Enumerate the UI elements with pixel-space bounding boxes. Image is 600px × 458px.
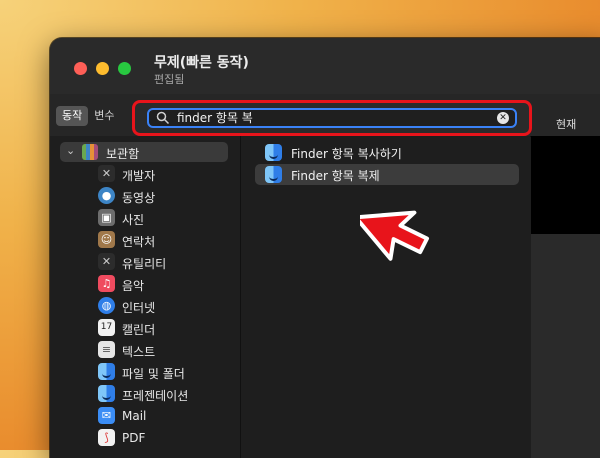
sidebar-item-label: Mail <box>122 409 147 423</box>
presentation-icon <box>98 385 115 402</box>
calendar-icon: 17 <box>98 319 115 336</box>
sidebar-item-label: 텍스트 <box>122 345 156 359</box>
search-input[interactable]: finder 항목 복 ✕ <box>147 108 517 128</box>
sidebar-item-label: 연락처 <box>122 235 156 249</box>
text-icon: ≡ <box>98 341 115 358</box>
action-label: Finder 항목 복제 <box>291 169 380 183</box>
sidebar-item-pdf[interactable]: ⟆ PDF <box>98 428 238 448</box>
sidebar-item-developer[interactable]: ✕ 개발자 <box>98 164 238 184</box>
finder-icon <box>265 144 282 161</box>
workflow-panel-lower <box>531 234 600 458</box>
sidebar-item-label: 프레젠테이션 <box>122 389 189 403</box>
sidebar-item-contacts[interactable]: ☺ 연락처 <box>98 230 238 250</box>
sidebar-item-calendar[interactable]: 17 캘린더 <box>98 318 238 338</box>
minimize-button[interactable] <box>96 62 109 75</box>
sidebar-item-presentation[interactable]: 프레젠테이션 <box>98 384 238 404</box>
globe-icon: ◍ <box>98 297 115 314</box>
library-segmented-control: 동작 변수 <box>56 106 121 126</box>
sidebar-item-label: 음악 <box>122 279 145 293</box>
sidebar-item-label: 보관함 <box>106 147 140 161</box>
finder-icon <box>265 166 282 183</box>
actions-list: Finder 항목 복사하기 Finder 항목 복제 <box>241 136 530 458</box>
library-sidebar: ⌄ 보관함 ✕ 개발자 ● 동영상 ▣ 사진 ☺ 연락처 ✕ 유틸리티 ♫ 음악 <box>50 136 241 458</box>
zoom-button[interactable] <box>118 62 131 75</box>
close-button[interactable] <box>74 62 87 75</box>
sidebar-item-label: 개발자 <box>122 169 156 183</box>
sidebar-item-label: 사진 <box>122 213 145 227</box>
sidebar-item-library[interactable]: ⌄ 보관함 <box>60 142 228 162</box>
contacts-icon: ☺ <box>98 231 115 248</box>
sidebar-item-label: 파일 및 폴더 <box>122 367 185 381</box>
tools-icon: ✕ <box>98 253 115 270</box>
sidebar-item-mail[interactable]: ✉ Mail <box>98 406 238 426</box>
sidebar-item-text[interactable]: ≡ 텍스트 <box>98 340 238 360</box>
sidebar-item-label: 동영상 <box>122 191 156 205</box>
chevron-down-icon[interactable]: ⌄ <box>66 144 75 157</box>
finder-icon <box>98 363 115 380</box>
sidebar-item-photos[interactable]: ▣ 사진 <box>98 208 238 228</box>
library-icon <box>82 144 98 160</box>
search-query: finder 항목 복 <box>177 111 253 125</box>
pdf-icon: ⟆ <box>98 429 115 446</box>
action-item-duplicate-finder-items[interactable]: Finder 항목 복제 <box>255 164 519 185</box>
sidebar-item-label: 인터넷 <box>122 301 156 315</box>
right-panel-label: 현재 <box>556 118 577 131</box>
automator-window: 무제(빠른 동작) 편집됨 동작 변수 finder 항목 복 ✕ 현재 ⌄ 보… <box>50 38 600 458</box>
title-bar: 무제(빠른 동작) 편집됨 <box>50 38 600 94</box>
window-subtitle: 편집됨 <box>154 73 185 86</box>
sidebar-item-internet[interactable]: ◍ 인터넷 <box>98 296 238 316</box>
action-item-copy-finder-items[interactable]: Finder 항목 복사하기 <box>255 142 519 163</box>
music-icon: ♫ <box>98 275 115 292</box>
sidebar-item-label: 캘린더 <box>122 323 156 337</box>
sidebar-item-label: 유틸리티 <box>122 257 167 271</box>
search-icon <box>156 111 170 125</box>
video-icon: ● <box>98 187 115 204</box>
tab-actions[interactable]: 동작 <box>56 106 89 126</box>
sidebar-item-label: PDF <box>122 431 146 445</box>
window-title: 무제(빠른 동작) <box>154 55 249 71</box>
sidebar-item-utilities[interactable]: ✕ 유틸리티 <box>98 252 238 272</box>
mail-icon: ✉ <box>98 407 115 424</box>
tools-icon: ✕ <box>98 165 115 182</box>
xmark-circle-icon[interactable]: ✕ <box>497 112 509 124</box>
sidebar-item-files-folders[interactable]: 파일 및 폴더 <box>98 362 238 382</box>
action-label: Finder 항목 복사하기 <box>291 147 402 161</box>
photo-icon: ▣ <box>98 209 115 226</box>
red-arrow-icon <box>360 210 430 261</box>
search-highlight-box: finder 항목 복 ✕ <box>132 100 532 136</box>
sidebar-item-video[interactable]: ● 동영상 <box>98 186 238 206</box>
sidebar-item-music[interactable]: ♫ 음악 <box>98 274 238 294</box>
tab-variables[interactable]: 변수 <box>88 106 120 126</box>
